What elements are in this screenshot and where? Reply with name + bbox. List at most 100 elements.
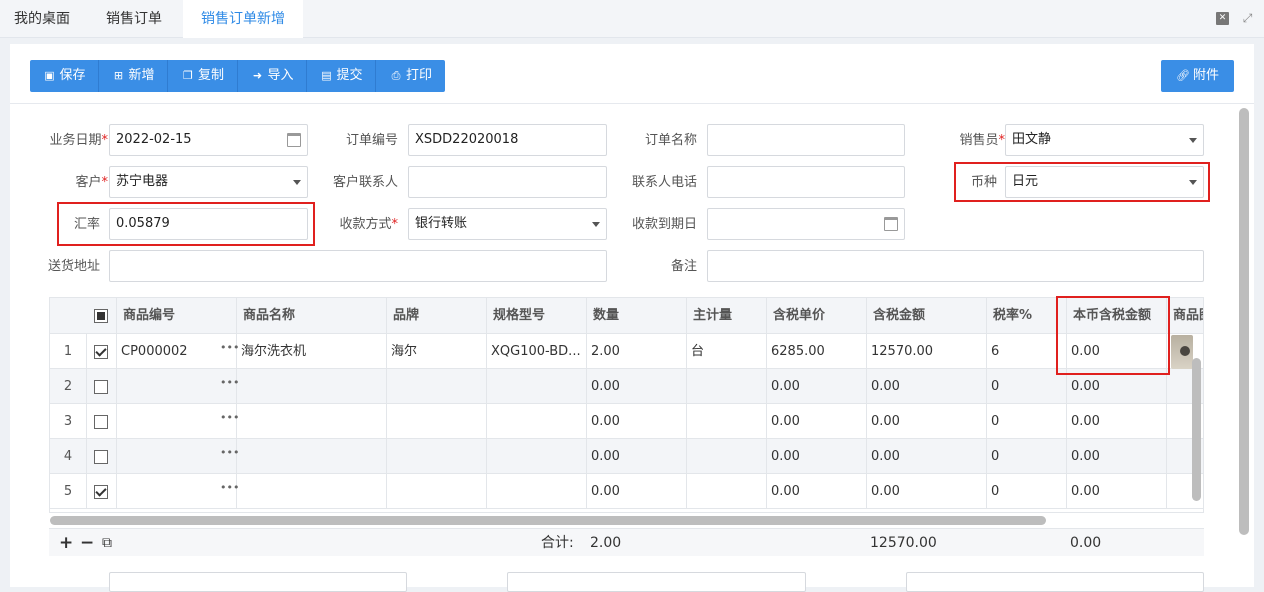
cell-name[interactable]: 海尔洗衣机 [236, 334, 386, 369]
cell-unit[interactable] [686, 404, 766, 439]
page-vertical-scrollbar[interactable] [1239, 108, 1249, 535]
cell-name[interactable] [236, 404, 386, 439]
import-button[interactable]: ➜ 导入 [238, 60, 307, 92]
cell-code[interactable] [116, 404, 236, 439]
bottom-field-1[interactable] [109, 572, 407, 592]
table-row[interactable]: 5 0.00 0.00 0.00 0 0.00 ••• [50, 474, 1203, 509]
cell-spec[interactable] [486, 369, 586, 404]
cell-spec[interactable] [486, 404, 586, 439]
cell-unit[interactable] [686, 474, 766, 509]
ellipsis-icon[interactable]: ••• [220, 369, 239, 397]
bottom-field-2[interactable] [507, 572, 806, 592]
cell-code[interactable]: CP000002 [116, 334, 236, 369]
calendar-icon[interactable] [884, 217, 898, 231]
cell-price[interactable]: 0.00 [766, 474, 866, 509]
close-icon[interactable]: ✕ [1216, 12, 1229, 25]
row-checkbox[interactable] [94, 415, 108, 429]
tab-new-sales-order[interactable]: 销售订单新增 [183, 0, 303, 38]
col-qty[interactable]: 数量 [586, 298, 686, 334]
cell-local_amount[interactable]: 0.00 [1066, 404, 1166, 439]
row-checkbox[interactable] [94, 345, 108, 359]
col-brand[interactable]: 品牌 [386, 298, 486, 334]
ellipsis-icon[interactable]: ••• [220, 474, 239, 502]
cell-brand[interactable] [386, 474, 486, 509]
col-amount[interactable]: 含税金额 [866, 298, 986, 334]
contact-phone-field[interactable] [707, 166, 905, 198]
col-price[interactable]: 含税单价 [766, 298, 866, 334]
cell-unit[interactable] [686, 369, 766, 404]
cell-amount[interactable]: 0.00 [866, 474, 986, 509]
col-name[interactable]: 商品名称 [236, 298, 386, 334]
ellipsis-icon[interactable]: ••• [220, 404, 239, 432]
remove-row-icon[interactable]: − [80, 529, 94, 557]
horizontal-scrollbar[interactable] [50, 516, 1046, 525]
copy-button[interactable]: ❐ 复制 [168, 60, 238, 92]
cell-name[interactable] [236, 439, 386, 474]
cell-code[interactable] [116, 369, 236, 404]
col-code[interactable]: 商品编号 [116, 298, 236, 334]
customer-select[interactable]: 苏宁电器 [109, 166, 308, 198]
grid-vertical-scrollbar[interactable] [1192, 358, 1201, 501]
cell-local_amount[interactable]: 0.00 [1066, 439, 1166, 474]
col-spec[interactable]: 规格型号 [486, 298, 586, 334]
cell-code[interactable] [116, 474, 236, 509]
product-image-thumb[interactable] [1171, 335, 1193, 369]
cell-brand[interactable]: 海尔 [386, 334, 486, 369]
cell-price[interactable]: 6285.00 [766, 334, 866, 369]
cell-qty[interactable]: 0.00 [586, 369, 686, 404]
cell-name[interactable] [236, 474, 386, 509]
cell-spec[interactable]: XQG100-BD... [486, 334, 586, 369]
submit-button[interactable]: ▤ 提交 [307, 60, 376, 92]
attachment-button[interactable]: 🔗︎ 附件 [1161, 60, 1234, 92]
cell-amount[interactable]: 0.00 [866, 439, 986, 474]
cell-qty[interactable]: 2.00 [586, 334, 686, 369]
order-name-field[interactable] [707, 124, 905, 156]
col-unit[interactable]: 主计量 [686, 298, 766, 334]
cell-tax[interactable]: 0 [986, 404, 1066, 439]
ellipsis-icon[interactable]: ••• [220, 334, 239, 362]
row-checkbox[interactable] [94, 450, 108, 464]
table-row[interactable]: 1 CP000002 海尔洗衣机 海尔 XQG100-BD... 2.00 台 6285.00… [50, 334, 1203, 369]
cell-amount[interactable]: 12570.00 [866, 334, 986, 369]
col-image[interactable]: 商品图 [1166, 298, 1203, 334]
address-field[interactable] [109, 250, 607, 282]
cell-spec[interactable] [486, 439, 586, 474]
salesperson-select[interactable]: 田文静 [1005, 124, 1204, 156]
bottom-field-3[interactable] [906, 572, 1204, 592]
cell-qty[interactable]: 0.00 [586, 404, 686, 439]
cell-price[interactable]: 0.00 [766, 404, 866, 439]
cell-spec[interactable] [486, 474, 586, 509]
print-button[interactable]: ⎙ 打印 [376, 60, 445, 92]
cell-amount[interactable]: 0.00 [866, 369, 986, 404]
table-row[interactable]: 3 0.00 0.00 0.00 0 0.00 ••• [50, 404, 1203, 439]
contact-field[interactable] [408, 166, 607, 198]
select-all-checkbox[interactable] [94, 309, 108, 323]
cell-tax[interactable]: 0 [986, 439, 1066, 474]
row-checkbox[interactable] [94, 485, 108, 499]
maximize-icon[interactable]: ⤢ [1241, 12, 1254, 25]
cell-amount[interactable]: 0.00 [866, 404, 986, 439]
add-button[interactable]: ⊞ 新增 [99, 60, 168, 92]
cell-code[interactable] [116, 439, 236, 474]
copy-row-icon[interactable]: ⧉ [102, 529, 112, 557]
cell-qty[interactable]: 0.00 [586, 439, 686, 474]
pay-method-select[interactable]: 银行转账 [408, 208, 607, 240]
cell-tax[interactable]: 6 [986, 334, 1066, 369]
cell-unit[interactable]: 台 [686, 334, 766, 369]
cell-brand[interactable] [386, 404, 486, 439]
cell-qty[interactable]: 0.00 [586, 474, 686, 509]
cell-unit[interactable] [686, 439, 766, 474]
cell-price[interactable]: 0.00 [766, 439, 866, 474]
tab-desktop[interactable]: 我的桌面 [0, 0, 84, 38]
due-date-field[interactable] [707, 208, 905, 240]
save-button[interactable]: ▣ 保存 [30, 60, 99, 92]
cell-local_amount[interactable]: 0.00 [1066, 474, 1166, 509]
order-no-field[interactable]: XSDD22020018 [408, 124, 607, 156]
cell-name[interactable] [236, 369, 386, 404]
table-row[interactable]: 4 0.00 0.00 0.00 0 0.00 ••• [50, 439, 1203, 474]
biz-date-field[interactable]: 2022-02-15 [109, 124, 308, 156]
tab-sales-orders[interactable]: 销售订单 [92, 0, 176, 38]
table-row[interactable]: 2 0.00 0.00 0.00 0 0.00 ••• [50, 369, 1203, 404]
cell-price[interactable]: 0.00 [766, 369, 866, 404]
remark-field[interactable] [707, 250, 1204, 282]
